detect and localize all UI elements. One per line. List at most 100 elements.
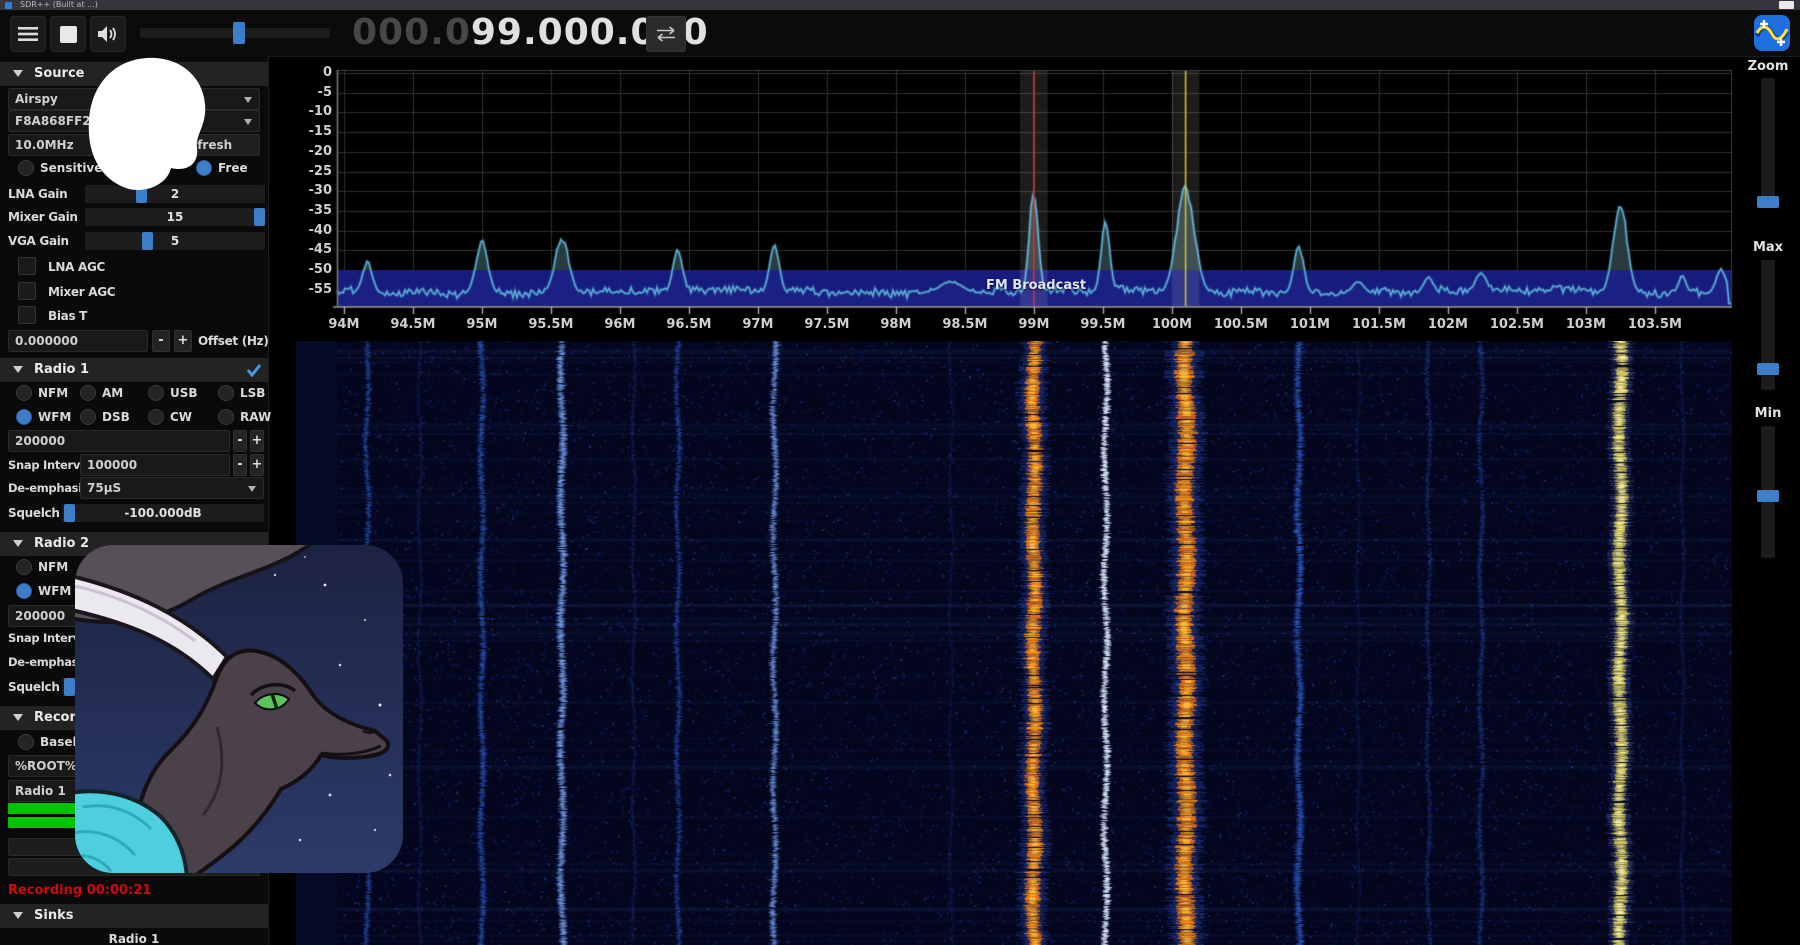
enabled-checkmark-icon[interactable] bbox=[246, 363, 262, 377]
frequency-tick-label: 102.5M bbox=[1482, 317, 1552, 332]
sdrpp-logo-icon bbox=[1753, 14, 1791, 52]
squelch-handle[interactable] bbox=[64, 504, 75, 522]
db-tick-label: -15 bbox=[300, 124, 332, 139]
source-panel-title: Source bbox=[34, 66, 84, 81]
mode-radio-wfm[interactable] bbox=[16, 583, 32, 599]
app-icon bbox=[5, 2, 12, 9]
min-slider-handle[interactable] bbox=[1757, 490, 1779, 502]
snap-plus-button[interactable]: + bbox=[250, 454, 264, 476]
mode-label: WFM bbox=[38, 410, 71, 424]
mode-radio-lsb[interactable] bbox=[218, 385, 234, 401]
sinks-item-row: Radio 1 bbox=[0, 928, 268, 945]
mode-radio-usb[interactable] bbox=[148, 385, 164, 401]
frequency-tick-label: 98.5M bbox=[930, 317, 1000, 332]
frequency-leading-zeros: 000.0 bbox=[352, 12, 471, 53]
vga-gain-slider[interactable]: 5 bbox=[85, 232, 265, 250]
bandwidth-plus-button[interactable]: + bbox=[250, 430, 264, 452]
frequency-tick-label: 101M bbox=[1275, 317, 1345, 332]
offset-plus-button[interactable]: + bbox=[174, 330, 192, 352]
collapse-arrow-icon bbox=[13, 540, 23, 547]
bandwidth-minus-button[interactable]: - bbox=[233, 430, 247, 452]
vga-gain-value: 5 bbox=[85, 234, 265, 248]
db-tick-label: -50 bbox=[300, 262, 332, 277]
bandplan-label: FM Broadcast bbox=[978, 278, 1094, 293]
mode-label: DSB bbox=[102, 410, 130, 424]
offset-input[interactable]: 0.000000 bbox=[8, 330, 148, 352]
volume-slider-handle[interactable] bbox=[233, 22, 245, 44]
db-tick-label: 0 bbox=[300, 65, 332, 80]
radio1-bandwidth-input[interactable]: 200000 bbox=[8, 430, 230, 452]
frequency-tick-label: 95M bbox=[447, 317, 517, 332]
radio1-panel-title: Radio 1 bbox=[34, 362, 89, 377]
mode-label: NFM bbox=[38, 560, 68, 574]
radio1-snap-input[interactable]: 100000 bbox=[80, 454, 230, 476]
db-tick-label: -55 bbox=[300, 282, 332, 297]
mode-radio-am[interactable] bbox=[80, 385, 96, 401]
mode-radio-dsb[interactable] bbox=[80, 409, 96, 425]
bias-t-row: Bias T bbox=[0, 305, 268, 327]
mode-radio-cw[interactable] bbox=[148, 409, 164, 425]
offset-minus-button[interactable]: - bbox=[152, 330, 170, 352]
mode-radio-wfm[interactable] bbox=[16, 409, 32, 425]
radio1-deemphasis-row: De-emphasis 75µS bbox=[0, 477, 268, 499]
lna-agc-checkbox[interactable] bbox=[18, 257, 36, 275]
radio1-bandwidth-row: 200000 - + bbox=[0, 430, 268, 452]
mode-radio-nfm[interactable] bbox=[16, 385, 32, 401]
frequency-tick-label: 94M bbox=[309, 317, 379, 332]
mixer-gain-handle[interactable] bbox=[254, 208, 265, 226]
mode-label: CW bbox=[170, 410, 192, 424]
window-control-button[interactable] bbox=[1779, 1, 1794, 9]
waterfall-display[interactable] bbox=[337, 341, 1732, 945]
sdrpp-window: SDR++ (Built at ...) 000.099.000.000 bbox=[0, 0, 1800, 945]
vga-gain-row: VGA Gain 5 bbox=[0, 230, 268, 252]
sinks-panel-header[interactable]: Sinks bbox=[0, 904, 268, 928]
squelch-label: Squelch bbox=[8, 506, 60, 520]
min-slider[interactable] bbox=[1761, 426, 1775, 558]
mixer-agc-label: Mixer AGC bbox=[48, 285, 115, 299]
max-slider[interactable] bbox=[1761, 260, 1775, 390]
lna-agc-row: LNA AGC bbox=[0, 256, 268, 278]
snap-minus-button[interactable]: - bbox=[233, 454, 247, 476]
stop-button[interactable] bbox=[50, 16, 86, 52]
volume-mute-button[interactable] bbox=[90, 16, 126, 52]
mixer-agc-checkbox[interactable] bbox=[18, 282, 36, 300]
squelch-handle[interactable] bbox=[64, 678, 75, 696]
radio1-panel-header[interactable]: Radio 1 bbox=[0, 358, 268, 382]
zoom-slider-handle[interactable] bbox=[1757, 196, 1779, 208]
frequency-tick-label: 99.5M bbox=[1068, 317, 1138, 332]
mode-radio-nfm[interactable] bbox=[16, 559, 32, 575]
gain-mode-sensitive-radio[interactable] bbox=[18, 160, 34, 176]
radio1-deemphasis-select[interactable]: 75µS bbox=[80, 477, 264, 499]
baseband-radio[interactable] bbox=[18, 734, 34, 750]
sinks-panel-title: Sinks bbox=[34, 908, 73, 923]
mode-radio-raw[interactable] bbox=[218, 409, 234, 425]
chevron-down-icon bbox=[244, 97, 252, 103]
collapse-arrow-icon bbox=[13, 912, 23, 919]
source-device-value: Airspy bbox=[15, 92, 58, 106]
frequency-tick-label: 99M bbox=[999, 317, 1069, 332]
bias-t-checkbox[interactable] bbox=[18, 306, 36, 324]
menu-button[interactable] bbox=[10, 16, 46, 52]
zoom-slider[interactable] bbox=[1761, 78, 1775, 208]
radio1-squelch-slider[interactable]: -100.000dB bbox=[62, 504, 264, 522]
chevron-down-icon bbox=[244, 119, 252, 125]
frequency-tick-label: 97.5M bbox=[792, 317, 862, 332]
gain-mode-free-label: Free bbox=[218, 161, 248, 175]
volume-slider[interactable] bbox=[140, 28, 330, 38]
mixer-gain-label: Mixer Gain bbox=[8, 210, 78, 224]
tuning-mode-button[interactable] bbox=[646, 16, 686, 52]
frequency-tick-label: 101.5M bbox=[1344, 317, 1414, 332]
squelch-label: Squelch bbox=[8, 680, 60, 694]
offset-row: 0.000000 - + Offset (Hz) bbox=[0, 330, 268, 352]
vga-gain-handle[interactable] bbox=[142, 232, 153, 250]
mixer-gain-slider[interactable]: 15 bbox=[85, 208, 265, 226]
frequency-tick-label: 100.5M bbox=[1206, 317, 1276, 332]
db-tick-label: -40 bbox=[300, 223, 332, 238]
os-title-bar[interactable]: SDR++ (Built at ...) bbox=[0, 0, 1800, 10]
radio1-modes-row1: NFMAMUSBLSB bbox=[0, 383, 268, 405]
mode-label: AM bbox=[102, 386, 123, 400]
db-tick-label: -10 bbox=[300, 104, 332, 119]
squelch-value: -100.000dB bbox=[62, 506, 264, 520]
frequency-tick-label: 94.5M bbox=[378, 317, 448, 332]
max-slider-handle[interactable] bbox=[1757, 363, 1779, 375]
